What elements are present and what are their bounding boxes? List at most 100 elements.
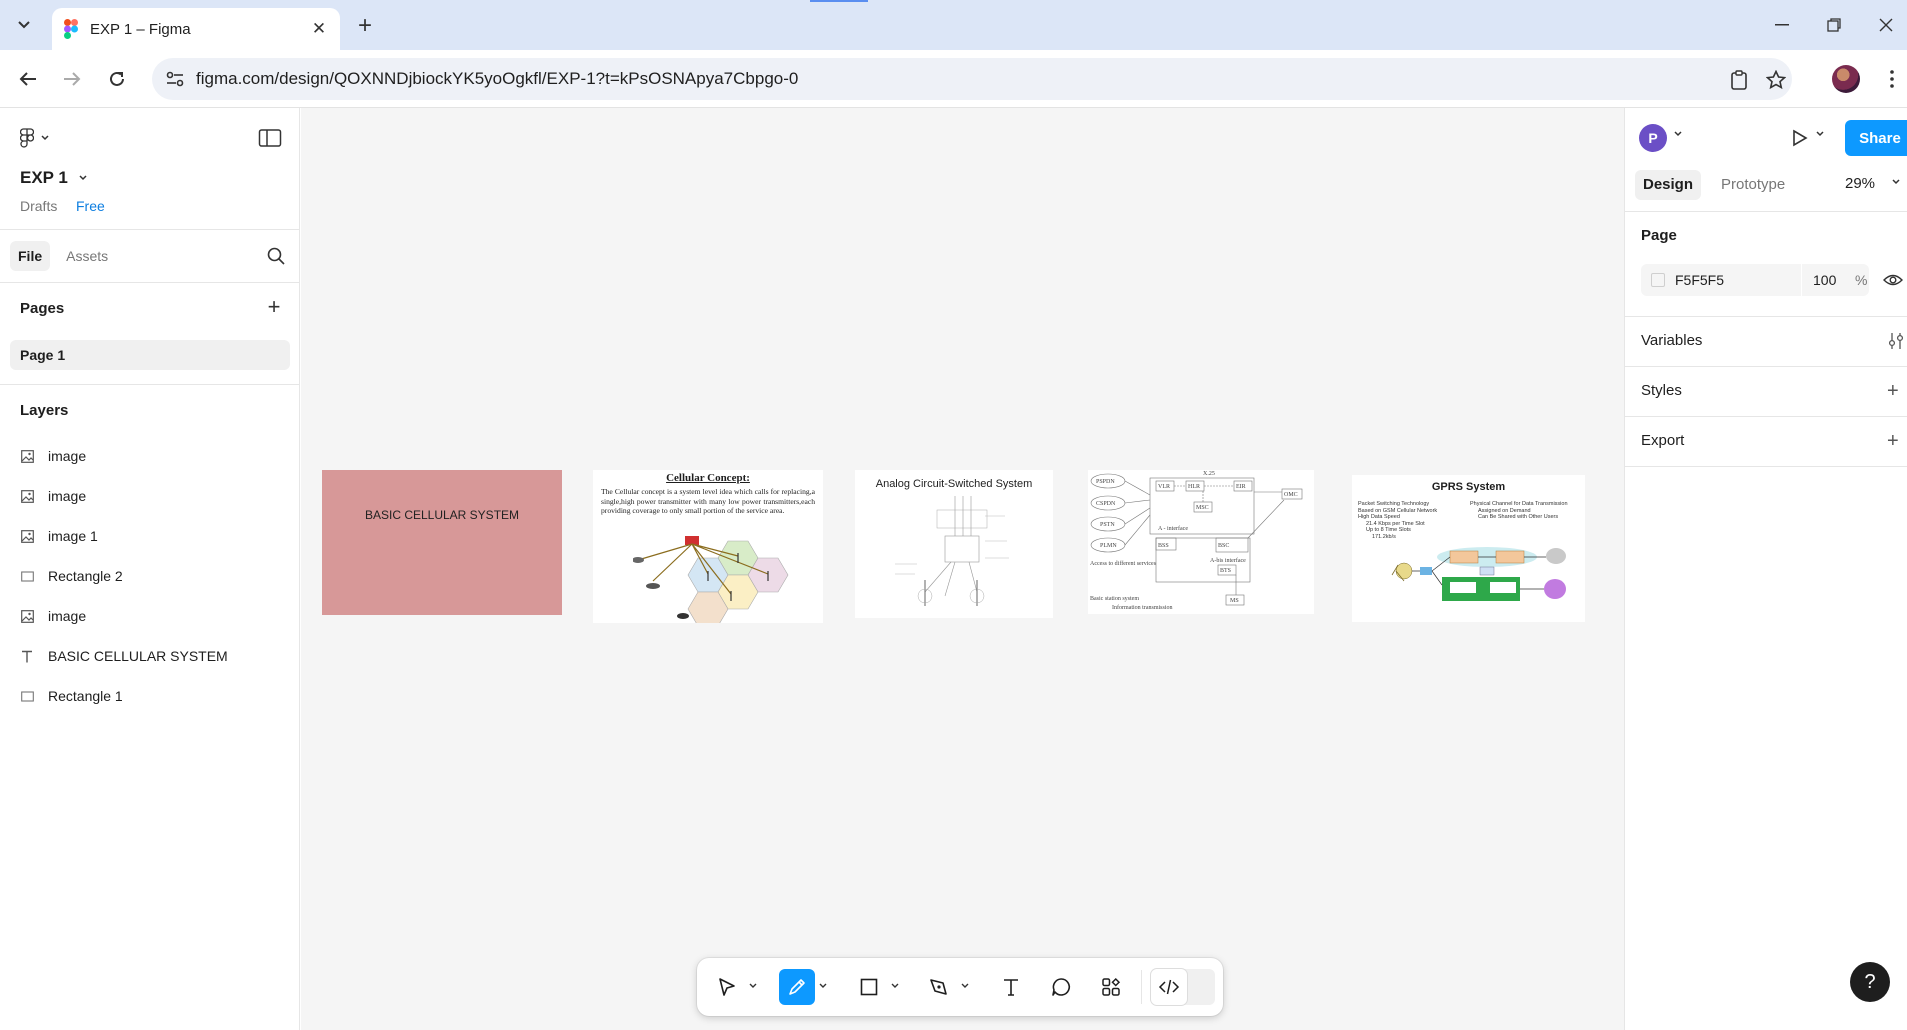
layer-item[interactable]: Rectangle 2	[20, 563, 123, 589]
figma-favicon-icon	[64, 19, 78, 39]
browser-tab[interactable]: EXP 1 – Figma ✕	[52, 8, 340, 50]
add-export-button[interactable]: +	[1887, 431, 1899, 451]
left-sidebar: EXP 1 Drafts Free File Assets Pages + Pa…	[0, 108, 300, 1030]
chevron-down-icon[interactable]	[1673, 130, 1683, 138]
variables-section-title[interactable]: Variables	[1641, 332, 1702, 349]
draw-tool-button[interactable]	[779, 969, 815, 1005]
drafts-link[interactable]: Drafts	[20, 198, 57, 214]
page-item-page-1[interactable]: Page 1	[10, 340, 290, 370]
minimize-button[interactable]	[1760, 10, 1804, 40]
clipboard-icon[interactable]	[1727, 68, 1751, 92]
restore-button[interactable]	[1812, 10, 1856, 40]
bottom-toolbar	[697, 958, 1223, 1016]
layer-label: image	[48, 488, 87, 504]
sidebar-toggle-icon[interactable]	[258, 128, 282, 148]
gsm-label: X.25	[1203, 471, 1215, 477]
shape-tool-button[interactable]	[851, 969, 887, 1005]
pen-icon	[930, 979, 947, 995]
layer-item[interactable]: image 1	[20, 523, 98, 549]
gsm-label: OMC	[1284, 492, 1298, 498]
image-icon	[20, 449, 34, 463]
chevron-down-icon[interactable]	[959, 980, 971, 992]
pen-tool-button[interactable]	[921, 969, 957, 1005]
layer-item[interactable]: image	[20, 603, 86, 629]
layer-item[interactable]: BASIC CELLULAR SYSTEM	[20, 643, 228, 669]
tab-design[interactable]: Design	[1635, 170, 1702, 200]
gprs-bullet: Packet Switching Technology	[1358, 501, 1430, 507]
present-play-icon[interactable]	[1789, 128, 1809, 148]
chevron-down-icon[interactable]	[817, 980, 829, 992]
plan-badge[interactable]: Free	[76, 198, 105, 214]
divider	[1801, 264, 1802, 296]
more-vertical-icon	[1890, 70, 1894, 88]
back-button[interactable]	[12, 63, 44, 95]
gsm-label: MSC	[1196, 505, 1209, 511]
share-button[interactable]: Share	[1845, 120, 1907, 156]
tab-close-icon[interactable]: ✕	[308, 18, 330, 40]
browser-menu-button[interactable]	[1882, 65, 1902, 93]
comment-tool-button[interactable]	[1043, 969, 1079, 1005]
actions-tool-button[interactable]	[1093, 969, 1129, 1005]
tab-assets[interactable]: Assets	[58, 241, 116, 271]
variables-icon[interactable]	[1887, 332, 1905, 350]
color-swatch[interactable]	[1651, 273, 1665, 287]
forward-button[interactable]	[56, 63, 88, 95]
gsm-label: PSTN	[1100, 522, 1115, 528]
gsm-label: Basic station system	[1090, 596, 1139, 602]
image-gsm-architecture[interactable]: PSPDN CSPDN PSTN PLMN VLR HLR EIR OMC MS…	[1088, 470, 1314, 614]
tab-prototype[interactable]: Prototype	[1713, 170, 1793, 200]
image-cellular-concept[interactable]: Cellular Concept: The Cellular concept i…	[593, 470, 823, 623]
main-menu-button[interactable]	[20, 128, 50, 148]
divider	[1625, 366, 1907, 367]
chevron-down-icon[interactable]	[1815, 130, 1825, 138]
dev-mode-toggle[interactable]	[1151, 969, 1215, 1005]
eye-icon[interactable]	[1883, 272, 1903, 288]
search-icon[interactable]	[266, 246, 286, 266]
tab-search-button[interactable]	[10, 12, 38, 38]
clipboard-glyph-icon	[1731, 70, 1747, 90]
layer-item[interactable]: image	[20, 443, 86, 469]
layer-item[interactable]: Rectangle 1	[20, 683, 123, 709]
gprs-bullet: Can Be Shared with Other Users	[1478, 514, 1559, 521]
image-icon	[20, 609, 34, 623]
chevron-down-icon	[41, 135, 49, 141]
rectangle-icon	[860, 978, 878, 996]
image-gprs-system[interactable]: GPRS System Packet Switching Technology …	[1352, 475, 1585, 622]
gprs-bullet: Up to 8 Time Slots	[1366, 527, 1411, 534]
help-button[interactable]: ?	[1850, 962, 1890, 1002]
image-analog-circuit-switched-system[interactable]: Analog Circuit-Switched System	[855, 470, 1053, 618]
user-avatar[interactable]: P	[1639, 124, 1667, 152]
gsm-label: A - interface	[1158, 525, 1188, 532]
chevron-down-icon	[18, 21, 30, 29]
chevron-down-icon[interactable]	[747, 980, 759, 992]
reload-button[interactable]	[101, 63, 133, 95]
new-tab-button[interactable]: +	[352, 12, 378, 39]
divider	[1625, 316, 1907, 317]
file-name-button[interactable]: EXP 1	[20, 168, 88, 188]
page-background-row[interactable]: F5F5F5 100 %	[1641, 264, 1869, 296]
chevron-down-icon[interactable]	[889, 980, 901, 992]
divider	[0, 229, 300, 230]
close-window-button[interactable]	[1864, 10, 1907, 40]
gsm-label: Access to different services	[1090, 560, 1157, 567]
code-button[interactable]	[1151, 969, 1187, 1005]
gprs-bullets-left: Packet Switching Technology Based on GSM…	[1358, 501, 1468, 541]
add-page-button[interactable]: +	[264, 296, 284, 318]
tab-file[interactable]: File	[10, 241, 51, 271]
gprs-bullet: High Data Speed	[1358, 514, 1400, 521]
background-hex-input[interactable]: F5F5F5	[1675, 272, 1724, 288]
right-sidebar: P Share Design Prototype 29% Page F5F5F5…	[1624, 108, 1907, 1030]
opacity-input[interactable]: 100	[1813, 272, 1836, 288]
layers-title: Layers	[20, 402, 69, 419]
text-tool-button[interactable]	[993, 969, 1029, 1005]
browser-profile-avatar[interactable]	[1832, 65, 1860, 93]
divider	[1141, 970, 1142, 1004]
chevron-down-icon[interactable]	[1891, 178, 1901, 186]
add-style-button[interactable]: +	[1887, 381, 1899, 401]
zoom-level[interactable]: 29%	[1845, 175, 1875, 192]
address-bar[interactable]: figma.com/design/QOXNNDjbiockYK5yoOgkfl/…	[152, 58, 1792, 100]
layer-item[interactable]: image	[20, 483, 86, 509]
bookmark-star-icon[interactable]	[1764, 68, 1788, 92]
rectangle-basic-cellular-system[interactable]: BASIC CELLULAR SYSTEM	[322, 470, 562, 615]
move-tool-button[interactable]	[709, 969, 745, 1005]
